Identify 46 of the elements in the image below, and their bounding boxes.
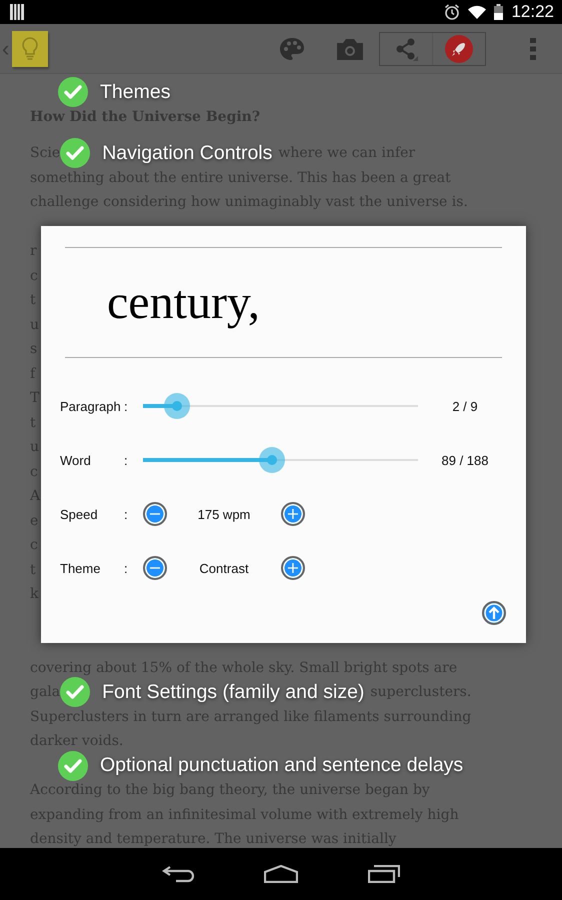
setting-label: Theme xyxy=(60,560,102,576)
wifi-icon xyxy=(468,5,486,19)
setting-label: Word xyxy=(60,452,92,468)
battery-icon xyxy=(494,4,504,20)
position-reading: 89 / 188 xyxy=(442,452,488,468)
check-icon xyxy=(60,138,90,168)
camera-icon[interactable] xyxy=(337,38,363,60)
check-icon xyxy=(58,750,88,781)
setting-label: Paragraph xyxy=(60,398,122,414)
palette-icon[interactable] xyxy=(279,36,305,60)
position-slider[interactable] xyxy=(143,447,418,473)
feature-caption: Font Settings (family and size) xyxy=(102,680,364,704)
menu-icon[interactable] xyxy=(530,38,536,60)
colon-separator: : xyxy=(124,452,129,468)
rocket-icon xyxy=(445,34,473,62)
increase-button[interactable]: + xyxy=(281,502,305,526)
alarm-icon xyxy=(444,4,460,20)
position-reading: 2 / 9 xyxy=(452,398,478,414)
position-slider[interactable] xyxy=(143,393,418,419)
slider-thumb[interactable] xyxy=(259,447,286,473)
app-logo[interactable] xyxy=(12,30,48,66)
current-word: century, xyxy=(107,275,260,330)
setting-value: Contrast xyxy=(198,560,250,576)
share-icon xyxy=(394,36,418,60)
feature-caption: Navigation Controls xyxy=(102,142,272,165)
colon-separator: : xyxy=(124,506,129,522)
feature-caption: Themes xyxy=(100,80,170,104)
decrease-button[interactable]: − xyxy=(143,556,167,580)
scroll-up-button[interactable] xyxy=(482,601,506,625)
notification-icon xyxy=(10,4,24,20)
colon-separator: : xyxy=(124,560,129,576)
setting-label: Speed xyxy=(60,506,99,522)
feature-caption: Optional punctuation and sentence delays xyxy=(100,754,464,778)
setting-value: 175 wpm xyxy=(196,506,252,522)
lightbulb-icon xyxy=(21,36,39,60)
slider-thumb[interactable] xyxy=(164,393,190,419)
check-icon xyxy=(60,677,90,708)
check-icon xyxy=(58,77,88,108)
colon-separator: : xyxy=(124,398,129,414)
home-icon[interactable] xyxy=(264,865,298,883)
back-chevron[interactable]: ‹ xyxy=(2,36,12,62)
decrease-button[interactable]: − xyxy=(143,502,167,526)
increase-button[interactable]: + xyxy=(281,556,305,580)
back-icon[interactable] xyxy=(162,865,194,883)
recents-icon[interactable] xyxy=(368,865,400,883)
clock-time: 12:22 xyxy=(511,2,554,22)
